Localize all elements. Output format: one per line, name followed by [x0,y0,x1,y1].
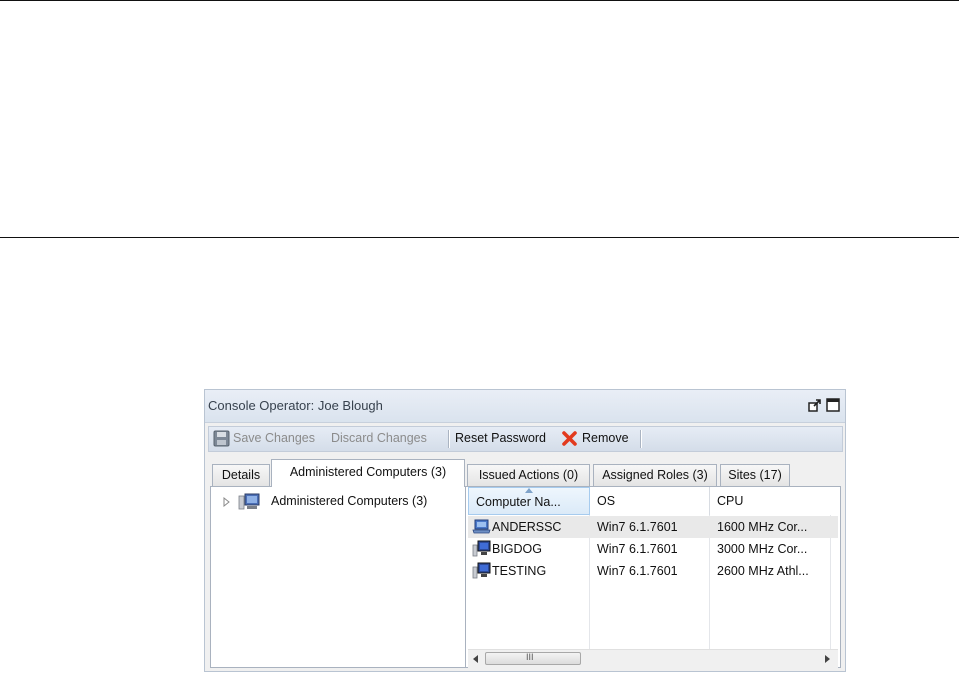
reset-password-label: Reset Password [455,431,547,445]
red-x-icon [562,431,577,446]
cell-os: Win7 6.1.7601 [597,520,678,534]
column-header-label: Computer Na... [476,495,561,509]
table-row[interactable]: BIGDOG Win7 6.1.7601 3000 MHz Cor... [468,538,838,560]
column-header-os[interactable]: OS [590,487,710,515]
toolbar-separator [448,430,450,448]
table-row[interactable]: ANDERSSC Win7 6.1.7601 1600 MHz Cor... [468,516,838,538]
scrollbar-grip: III [526,652,534,662]
column-header-label: CPU [717,494,744,508]
cell-computer-name: ANDERSSC [492,520,562,534]
toolbar-separator [640,430,642,448]
save-changes-label: Save Changes [233,431,316,445]
tab-details[interactable]: Details [212,464,270,486]
cell-cpu: 3000 MHz Cor... [717,542,808,556]
undock-icon[interactable] [808,398,822,412]
cell-os: Win7 6.1.7601 [597,564,678,578]
discard-changes-button[interactable]: Discard Changes [331,431,427,445]
desktop-computer-icon [472,540,491,557]
window-title: Console Operator: Joe Blough [208,398,383,413]
title-bar: Console Operator: Joe Blough [205,390,845,423]
maximize-icon[interactable] [826,398,840,412]
horizontal-scrollbar[interactable]: III [468,649,838,668]
tree-node-administered-computers[interactable]: Administered Computers (3) [223,493,428,510]
desktop-computer-icon [472,562,491,579]
cell-computer-name: TESTING [492,564,547,578]
console-operator-window: Console Operator: Joe Blough Save Change… [204,389,846,672]
expand-arrow-icon[interactable] [223,497,231,507]
tree-node-label: Administered Computers (3) [271,494,428,508]
scrollbar-thumb[interactable]: III [485,652,581,665]
column-header-cpu[interactable]: CPU [710,487,838,515]
save-changes-button[interactable]: Save Changes [213,430,316,447]
discard-changes-label: Discard Changes [331,431,427,445]
tab-content-panel: Administered Computers (3) Computer Na..… [210,486,841,668]
tab-sites[interactable]: Sites (17) [720,464,790,486]
tab-issued-actions[interactable]: Issued Actions (0) [467,464,590,486]
computer-tree: Administered Computers (3) [211,487,466,667]
cell-cpu: 1600 MHz Cor... [717,520,808,534]
middle-divider-line [0,237,959,238]
toolbar: Save Changes Discard Changes Reset Passw… [208,426,843,452]
computer-group-icon [238,493,260,510]
scroll-right-arrow-icon[interactable] [823,654,831,664]
cell-computer-name: BIGDOG [492,542,543,556]
reset-password-button[interactable]: Reset Password [455,431,546,445]
table-row[interactable]: TESTING Win7 6.1.7601 2600 MHz Athl... [468,560,838,582]
tab-assigned-roles[interactable]: Assigned Roles (3) [593,464,717,486]
remove-button[interactable]: Remove [561,431,629,446]
cell-cpu: 2600 MHz Athl... [717,564,809,578]
scroll-left-arrow-icon[interactable] [472,654,480,664]
remove-label: Remove [582,431,629,445]
tab-administered-computers[interactable]: Administered Computers (3) [271,459,465,487]
column-header-label: OS [597,494,616,508]
column-header-computer-name[interactable]: Computer Na... [468,487,590,515]
laptop-icon [472,519,491,534]
top-divider-line [0,0,959,1]
sort-ascending-icon [525,488,533,493]
cell-os: Win7 6.1.7601 [597,542,678,556]
floppy-disk-icon [213,430,230,447]
computers-grid: Computer Na... OS CPU ANDERSSC Win7 6.1.… [468,487,838,668]
